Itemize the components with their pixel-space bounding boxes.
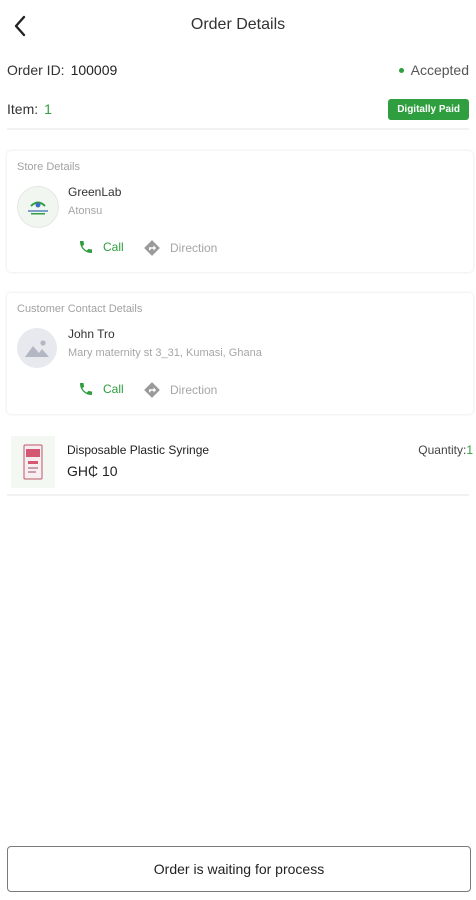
payment-status-badge: Digitally Paid — [388, 98, 469, 120]
store-logo-icon — [28, 201, 48, 215]
store-details-title: Store Details — [17, 161, 80, 173]
page-title: Order Details — [190, 16, 286, 33]
divider — [7, 494, 469, 496]
customer-call-label: Call — [103, 382, 124, 396]
product-price: GH₵ 10 — [67, 463, 118, 479]
product-quantity: Quantity:1 — [418, 443, 473, 457]
item-count-label: Item: — [7, 101, 39, 117]
store-location: Atonsu — [68, 205, 103, 217]
direction-icon — [144, 382, 160, 398]
item-count-value: 1 — [44, 101, 52, 117]
item-count-row: Item: 1 Digitally Paid — [7, 98, 469, 120]
phone-icon — [80, 383, 92, 395]
store-call-label: Call — [103, 240, 124, 254]
customer-contact-card: Customer Contact Details John Tro Mary m… — [7, 293, 473, 414]
store-details-card: Store Details GreenLab Atonsu Call Direc… — [7, 151, 473, 272]
order-id-value: 100009 — [70, 62, 118, 78]
customer-contact-title: Customer Contact Details — [17, 303, 143, 315]
customer-address: Mary maternity st 3_31, Kumasi, Ghana — [68, 347, 262, 359]
quantity-value: 1 — [466, 443, 473, 457]
store-logo — [17, 186, 59, 228]
phone-icon — [80, 241, 92, 253]
order-id-row: Order ID: 100009 Accepted — [7, 60, 469, 80]
store-name: GreenLab — [68, 185, 122, 199]
store-direction-label: Direction — [170, 241, 218, 255]
customer-name: John Tro — [68, 327, 115, 341]
product-thumbnail — [11, 436, 55, 488]
customer-direction-label: Direction — [170, 383, 218, 397]
order-id-label: Order ID: — [7, 62, 65, 78]
status-dot-icon — [398, 67, 404, 73]
order-item-row[interactable]: Disposable Plastic Syringe GH₵ 10 Quanti… — [7, 432, 473, 492]
order-status-button[interactable]: Order is waiting for process — [7, 846, 471, 892]
product-package-icon — [23, 444, 43, 480]
order-status-text: Accepted — [410, 62, 469, 78]
image-placeholder-icon — [25, 340, 49, 357]
order-status: Accepted — [398, 62, 469, 78]
quantity-label: Quantity: — [418, 443, 467, 457]
store-direction-button[interactable]: Direction — [143, 239, 217, 257]
store-call-button[interactable]: Call — [78, 239, 124, 255]
customer-call-button[interactable]: Call — [78, 381, 124, 397]
customer-avatar — [17, 328, 57, 368]
direction-icon — [144, 240, 160, 256]
app-header: Order Details — [0, 0, 476, 52]
product-name: Disposable Plastic Syringe — [67, 443, 210, 457]
customer-direction-button[interactable]: Direction — [143, 381, 217, 399]
divider — [7, 128, 469, 130]
